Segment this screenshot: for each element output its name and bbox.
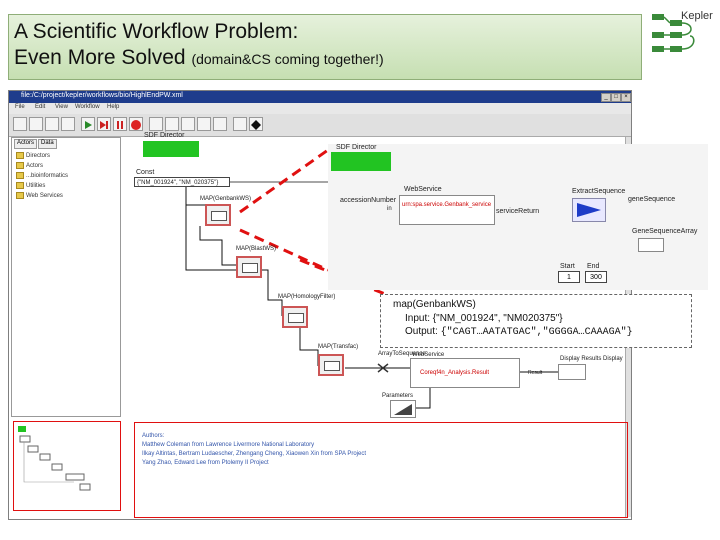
webservice-label: WebService [404,186,442,193]
map-transfac-actor[interactable] [318,354,344,376]
annotation-highlight [134,422,628,518]
service-return-label: serviceReturn [496,208,540,215]
inner-sdf-director[interactable] [331,152,391,171]
extract-sequence-label: ExtractSequence [572,188,626,195]
map-transfac-label: MAP(Transfac) [318,344,359,350]
callout-output-value: {"CAGT…AATATGAC","GGGGA…CAAAGA"} [440,327,633,338]
sdf-director-label: SDF Director [144,132,185,139]
map-blast-actor[interactable] [236,256,262,278]
array-to-sequence-icon[interactable] [376,362,390,374]
map-homology-actor[interactable] [282,306,308,328]
parameters-label: Parameters [382,393,414,399]
sdf-director[interactable] [143,141,199,157]
callout-output-prefix: Output: [405,326,441,337]
extract-sequence-actor[interactable] [572,198,606,222]
ramp-icon [394,404,412,415]
gene-sequence-array-label: GeneSequenceArray [632,228,698,235]
webservice-actor[interactable] [399,195,495,225]
end-label: End [587,263,600,270]
gene-sequence-array-actor[interactable] [638,238,664,252]
accession-port-label: accessionNumber [340,197,397,204]
start-const[interactable]: 1 [558,271,580,283]
in-port-label: in [387,206,392,212]
callout-input: Input: {"NM_001924", "NM020375"} [405,313,563,324]
start-label: Start [560,263,575,270]
callout-title: map(GenbankWS) [393,299,476,310]
map-genbank-actor[interactable] [205,204,231,226]
webservice-url: urn:spa.service.Genbank_service [402,202,492,208]
end-const[interactable]: 300 [585,271,607,283]
map-genbank-label: MAP(GenbankWS) [200,196,252,202]
inner-sdf-director-label: SDF Director [336,144,377,151]
result-port-label: Result [528,370,543,376]
display-label: Display Results Display [560,356,623,362]
parameters-actor[interactable] [390,400,416,418]
gene-sequence-label: geneSequence [628,196,676,203]
callout-output: Output: {"CAGT…AATATGAC","GGGGA…CAAAGA"} [405,326,633,338]
const-actor[interactable]: {"NM_001924", "NM_020375"} [134,177,230,187]
map-blast-label: MAP(BlastWS) [236,246,277,252]
const-label: Const [136,169,155,176]
webservice2-url: Coreqf4n_Analysis.Result [420,370,490,376]
map-homology-label: MAP(HomologyFilter) [278,294,336,300]
play-icon [577,203,601,217]
display-actor[interactable] [558,364,586,380]
